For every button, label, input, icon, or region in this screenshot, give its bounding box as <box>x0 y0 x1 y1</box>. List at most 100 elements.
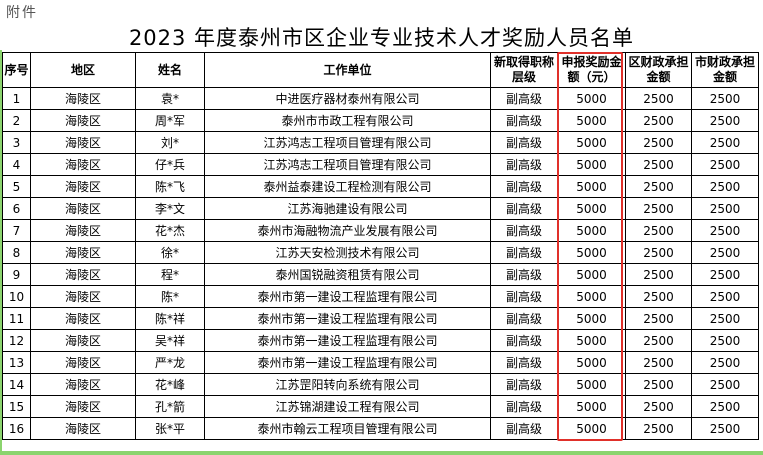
cell-seq: 12 <box>2 329 31 352</box>
cell-district: 海陵区 <box>30 131 136 154</box>
cell-district: 海陵区 <box>30 307 136 330</box>
cell-district-finance: 2500 <box>625 307 692 330</box>
cell-level: 副高级 <box>490 197 558 220</box>
table-row: 10 海陵区 陈* 泰州市第一建设工程监理有限公司 副高级 5000 2500 2500 <box>2 285 759 308</box>
cell-level: 副高级 <box>490 109 558 132</box>
cell-district: 海陵区 <box>30 241 136 264</box>
cell-unit: 江苏天安检测技术有限公司 <box>204 241 491 264</box>
cell-amount: 5000 <box>557 219 626 242</box>
cell-district-finance: 2500 <box>625 131 692 154</box>
cell-district: 海陵区 <box>30 351 136 374</box>
column-header-city-finance: 市财政承担金额 <box>691 52 759 88</box>
cell-amount: 5000 <box>557 175 626 198</box>
cell-name: 花*峰 <box>135 373 205 396</box>
table-row: 6 海陵区 李*文 江苏海驰建设有限公司 副高级 5000 2500 2500 <box>2 197 759 220</box>
cell-amount: 5000 <box>557 373 626 396</box>
cell-unit: 泰州市第一建设工程监理有限公司 <box>204 351 491 374</box>
cell-city-finance: 2500 <box>691 175 759 198</box>
green-bottom-band <box>0 451 763 455</box>
cell-level: 副高级 <box>490 307 558 330</box>
table-row: 4 海陵区 仔*兵 江苏鸿志工程项目管理有限公司 副高级 5000 2500 2500 <box>2 153 759 176</box>
award-list-table: 序号 地区 姓名 工作单位 新取得职称层级 申报奖励金额（元） 区财政承担金额 … <box>2 52 759 440</box>
cell-district-finance: 2500 <box>625 285 692 308</box>
cell-name: 仔*兵 <box>135 153 205 176</box>
cell-unit: 江苏海驰建设有限公司 <box>204 197 491 220</box>
cell-city-finance: 2500 <box>691 219 759 242</box>
cell-seq: 1 <box>2 87 31 110</box>
cell-district-finance: 2500 <box>625 241 692 264</box>
cell-level: 副高级 <box>490 87 558 110</box>
column-header-amount: 申报奖励金额（元） <box>557 52 626 88</box>
column-header-unit: 工作单位 <box>204 52 491 88</box>
cell-name: 花*杰 <box>135 219 205 242</box>
cell-seq: 8 <box>2 241 31 264</box>
cell-name: 袁* <box>135 87 205 110</box>
cell-unit: 泰州市翰云工程项目管理有限公司 <box>204 417 491 440</box>
cell-district-finance: 2500 <box>625 395 692 418</box>
cell-district: 海陵区 <box>30 109 136 132</box>
table-row: 14 海陵区 花*峰 江苏罡阳转向系统有限公司 副高级 5000 2500 2500 <box>2 373 759 396</box>
cell-city-finance: 2500 <box>691 109 759 132</box>
cell-city-finance: 2500 <box>691 395 759 418</box>
table-row: 5 海陵区 陈*飞 泰州益泰建设工程检测有限公司 副高级 5000 2500 2500 <box>2 175 759 198</box>
cell-unit: 泰州市第一建设工程监理有限公司 <box>204 285 491 308</box>
cell-level: 副高级 <box>490 285 558 308</box>
cell-amount: 5000 <box>557 329 626 352</box>
cell-district: 海陵区 <box>30 329 136 352</box>
cell-level: 副高级 <box>490 329 558 352</box>
cell-district-finance: 2500 <box>625 263 692 286</box>
cell-district: 海陵区 <box>30 417 136 440</box>
cell-seq: 14 <box>2 373 31 396</box>
cell-district: 海陵区 <box>30 219 136 242</box>
table-row: 8 海陵区 徐* 江苏天安检测技术有限公司 副高级 5000 2500 2500 <box>2 241 759 264</box>
cell-district-finance: 2500 <box>625 175 692 198</box>
cell-level: 副高级 <box>490 263 558 286</box>
column-header-level: 新取得职称层级 <box>490 52 558 88</box>
cell-level: 副高级 <box>490 351 558 374</box>
cell-amount: 5000 <box>557 241 626 264</box>
table-body: 1 海陵区 袁* 中进医疗器材泰州有限公司 副高级 5000 2500 2500 2 海陵区 周*军… <box>2 87 759 440</box>
cell-unit: 江苏罡阳转向系统有限公司 <box>204 373 491 396</box>
cell-amount: 5000 <box>557 87 626 110</box>
cell-amount: 5000 <box>557 285 626 308</box>
table-row: 11 海陵区 陈*祥 泰州市第一建设工程监理有限公司 副高级 5000 2500 2500 <box>2 307 759 330</box>
cell-district-finance: 2500 <box>625 109 692 132</box>
cell-amount: 5000 <box>557 131 626 154</box>
cell-district: 海陵区 <box>30 285 136 308</box>
cell-unit: 泰州市海融物流产业发展有限公司 <box>204 219 491 242</box>
attachment-label: 附件 <box>6 5 38 21</box>
cell-unit: 江苏锦湖建设工程有限公司 <box>204 395 491 418</box>
cell-amount: 5000 <box>557 263 626 286</box>
column-header-name: 姓名 <box>135 52 205 88</box>
cell-district: 海陵区 <box>30 175 136 198</box>
cell-city-finance: 2500 <box>691 131 759 154</box>
cell-name: 周*军 <box>135 109 205 132</box>
cell-amount: 5000 <box>557 153 626 176</box>
cell-city-finance: 2500 <box>691 153 759 176</box>
cell-amount: 5000 <box>557 417 626 440</box>
cell-amount: 5000 <box>557 109 626 132</box>
table-row: 15 海陵区 孔*箭 江苏锦湖建设工程有限公司 副高级 5000 2500 2500 <box>2 395 759 418</box>
cell-city-finance: 2500 <box>691 351 759 374</box>
table-row: 1 海陵区 袁* 中进医疗器材泰州有限公司 副高级 5000 2500 2500 <box>2 87 759 110</box>
cell-city-finance: 2500 <box>691 329 759 352</box>
cell-name: 陈*飞 <box>135 175 205 198</box>
cell-unit: 江苏鸿志工程项目管理有限公司 <box>204 153 491 176</box>
cell-amount: 5000 <box>557 197 626 220</box>
cell-district: 海陵区 <box>30 373 136 396</box>
cell-city-finance: 2500 <box>691 197 759 220</box>
cell-unit: 泰州市第一建设工程监理有限公司 <box>204 307 491 330</box>
cell-seq: 5 <box>2 175 31 198</box>
page-title: 2023 年度泰州市区企业专业技术人才奖励人员名单 <box>128 26 635 50</box>
cell-unit: 中进医疗器材泰州有限公司 <box>204 87 491 110</box>
cell-seq: 11 <box>2 307 31 330</box>
cell-name: 程* <box>135 263 205 286</box>
cell-name: 严*龙 <box>135 351 205 374</box>
cell-district: 海陵区 <box>30 263 136 286</box>
cell-name: 刘* <box>135 131 205 154</box>
cell-district-finance: 2500 <box>625 417 692 440</box>
cell-city-finance: 2500 <box>691 263 759 286</box>
cell-district: 海陵区 <box>30 395 136 418</box>
cell-city-finance: 2500 <box>691 417 759 440</box>
cell-district-finance: 2500 <box>625 373 692 396</box>
